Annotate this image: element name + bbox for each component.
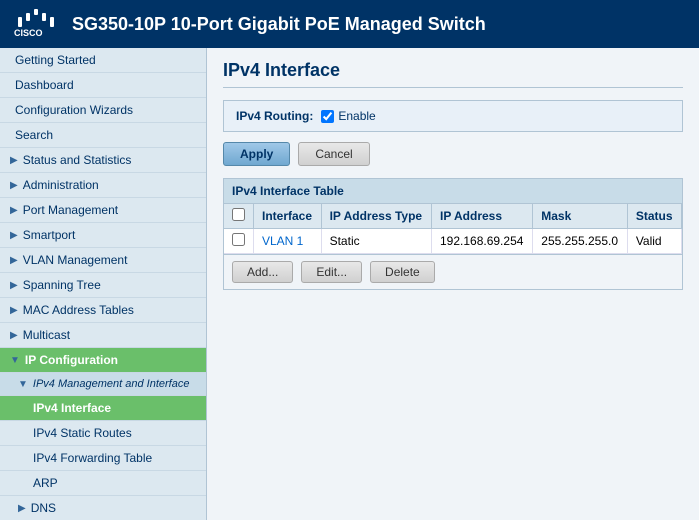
header: CISCO SG350-10P 10-Port Gigabit PoE Mana… xyxy=(0,0,699,48)
expand-arrow-icon: ▶ xyxy=(10,280,18,291)
row-checkbox-cell xyxy=(224,229,254,254)
sidebar-item-dashboard[interactable]: Dashboard xyxy=(0,73,206,98)
ipv4-routing-label: IPv4 Routing: xyxy=(236,109,313,123)
expand-arrow-icon: ▶ xyxy=(10,230,18,241)
expand-arrow-icon: ▶ xyxy=(10,180,18,191)
col-checkbox xyxy=(224,204,254,229)
sidebar-item-administration[interactable]: ▶ Administration xyxy=(0,173,206,198)
table-title: IPv4 Interface Table xyxy=(224,179,682,204)
sidebar-item-status-stats[interactable]: ▶ Status and Statistics xyxy=(0,148,206,173)
apply-button[interactable]: Apply xyxy=(223,142,290,166)
row-status: Valid xyxy=(627,229,681,254)
action-buttons: Apply Cancel xyxy=(223,142,683,166)
add-button[interactable]: Add... xyxy=(232,261,293,283)
collapse-arrow-icon: ▼ xyxy=(18,379,28,390)
sidebar-item-ipv4-static-routes[interactable]: IPv4 Static Routes xyxy=(0,421,206,446)
edit-button[interactable]: Edit... xyxy=(301,261,362,283)
row-interface: VLAN 1 xyxy=(254,229,322,254)
main-layout: Getting Started Dashboard Configuration … xyxy=(0,48,699,520)
main-content: IPv4 Interface IPv4 Routing: Enable Appl… xyxy=(207,48,699,520)
sidebar-item-dns[interactable]: ▶ DNS xyxy=(0,496,206,520)
sidebar-item-ipv4-mgmt[interactable]: ▼ IPv4 Management and Interface xyxy=(0,373,206,396)
collapse-arrow-icon: ▼ xyxy=(10,355,20,366)
expand-arrow-icon: ▶ xyxy=(10,205,18,216)
row-ip-type: Static xyxy=(321,229,431,254)
expand-arrow-icon: ▶ xyxy=(10,155,18,166)
svg-text:CISCO: CISCO xyxy=(14,28,43,37)
enable-checkbox-label: Enable xyxy=(338,109,375,123)
expand-arrow-icon: ▶ xyxy=(10,255,18,266)
expand-arrow-icon: ▶ xyxy=(10,330,18,341)
sidebar-item-multicast[interactable]: ▶ Multicast xyxy=(0,323,206,348)
cancel-button[interactable]: Cancel xyxy=(298,142,369,166)
table-row: VLAN 1 Static 192.168.69.254 255.255.255… xyxy=(224,229,682,254)
sidebar-item-config-wizards[interactable]: Configuration Wizards xyxy=(0,98,206,123)
select-all-checkbox[interactable] xyxy=(232,208,245,221)
sidebar-item-ipv4-forwarding-table[interactable]: IPv4 Forwarding Table xyxy=(0,446,206,471)
enable-checkbox[interactable] xyxy=(321,110,334,123)
sidebar-item-ip-configuration[interactable]: ▼ IP Configuration xyxy=(0,348,206,373)
sidebar-item-spanning-tree[interactable]: ▶ Spanning Tree xyxy=(0,273,206,298)
col-ip-type: IP Address Type xyxy=(321,204,431,229)
interface-link[interactable]: VLAN 1 xyxy=(262,234,303,248)
sidebar-item-port-management[interactable]: ▶ Port Management xyxy=(0,198,206,223)
sidebar-item-ipv4-interface[interactable]: IPv4 Interface xyxy=(0,396,206,421)
col-mask: Mask xyxy=(533,204,628,229)
sidebar-item-vlan-management[interactable]: ▶ VLAN Management xyxy=(0,248,206,273)
row-checkbox[interactable] xyxy=(232,233,245,246)
col-ip-address: IP Address xyxy=(432,204,533,229)
sidebar: Getting Started Dashboard Configuration … xyxy=(0,48,207,520)
row-mask: 255.255.255.0 xyxy=(533,229,628,254)
header-title: SG350-10P 10-Port Gigabit PoE Managed Sw… xyxy=(72,14,486,35)
sidebar-item-search[interactable]: Search xyxy=(0,123,206,148)
expand-arrow-icon: ▶ xyxy=(18,503,26,514)
sidebar-item-getting-started[interactable]: Getting Started xyxy=(0,48,206,73)
row-ip-address: 192.168.69.254 xyxy=(432,229,533,254)
ipv4-routing-form: IPv4 Routing: Enable xyxy=(223,100,683,132)
enable-checkbox-wrapper: Enable xyxy=(321,109,375,123)
page-title: IPv4 Interface xyxy=(223,60,683,88)
col-status: Status xyxy=(627,204,681,229)
sidebar-item-arp[interactable]: ARP xyxy=(0,471,206,496)
sidebar-item-smartport[interactable]: ▶ Smartport xyxy=(0,223,206,248)
sidebar-item-mac-address-tables[interactable]: ▶ MAC Address Tables xyxy=(0,298,206,323)
delete-button[interactable]: Delete xyxy=(370,261,435,283)
ipv4-interface-table-section: IPv4 Interface Table Interface IP Addres… xyxy=(223,178,683,290)
col-interface: Interface xyxy=(254,204,322,229)
expand-arrow-icon: ▶ xyxy=(10,305,18,316)
cisco-logo: CISCO xyxy=(12,9,60,40)
table-action-buttons: Add... Edit... Delete xyxy=(224,254,682,289)
ipv4-interface-table: Interface IP Address Type IP Address Mas… xyxy=(224,204,682,254)
